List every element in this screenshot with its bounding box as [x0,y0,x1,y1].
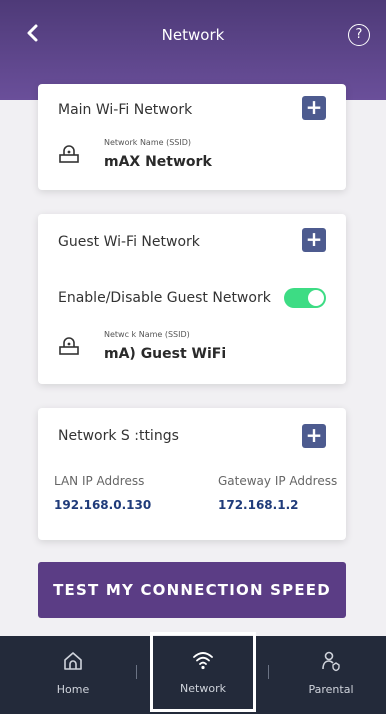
gateway-ip-value: 172.168.1.2 [218,498,299,512]
guest-wifi-card: Guest Wi-Fi Network + Enable/Disable Gue… [38,214,346,384]
nav-parental[interactable]: Parental [276,636,386,714]
toggle-knob [308,290,324,306]
lan-ip-label: LAN IP Address [54,474,145,488]
main-wifi-title: Main Wi-Fi Network [58,102,193,118]
lan-ip-value: 192.168.0.130 [54,498,152,512]
router-icon [59,337,79,355]
guest-wifi-add-button[interactable]: + [302,228,326,252]
main-ssid-value: mAX Network [104,154,212,170]
router-icon [59,145,79,163]
parental-icon [322,651,340,672]
nav-network-label: Network [180,682,226,695]
help-button[interactable]: ? [348,24,370,46]
nav-home[interactable]: Home [18,636,128,714]
network-settings-add-button[interactable]: + [302,424,326,448]
guest-ssid-value: mA) Guest WiFi [104,346,227,362]
wifi-icon [193,652,213,670]
bottom-navigation: Home Network Parental [0,632,386,714]
network-screen: Network ? Main Wi-Fi Network + Network N… [0,0,386,714]
page-title: Network [161,26,225,44]
guest-network-toggle[interactable] [284,288,326,308]
guest-toggle-label: Enable/Disable Guest Network [58,290,271,306]
guest-wifi-title: Guest Wi-Fi Network [58,234,200,250]
gateway-ip-label: Gateway IP Address [218,474,338,488]
test-connection-speed-button[interactable]: TEST MY CONNECTION SPEED [38,562,346,618]
network-settings-card: Network S :ttings + LAN IP Address 192.1… [38,408,346,540]
main-wifi-card: Main Wi-Fi Network + Network Name (SSID)… [38,84,346,190]
main-wifi-add-button[interactable]: + [302,96,326,120]
home-icon [64,652,82,670]
nav-network[interactable]: Network [150,632,256,712]
nav-parental-label: Parental [308,683,354,696]
nav-divider [136,665,137,679]
guest-ssid-label: Netwc k Name (SSID) [104,330,190,339]
main-ssid-label: Network Name (SSID) [104,138,192,147]
nav-divider [268,665,269,679]
nav-home-label: Home [56,683,90,696]
network-settings-title: Network S :ttings [58,428,179,444]
